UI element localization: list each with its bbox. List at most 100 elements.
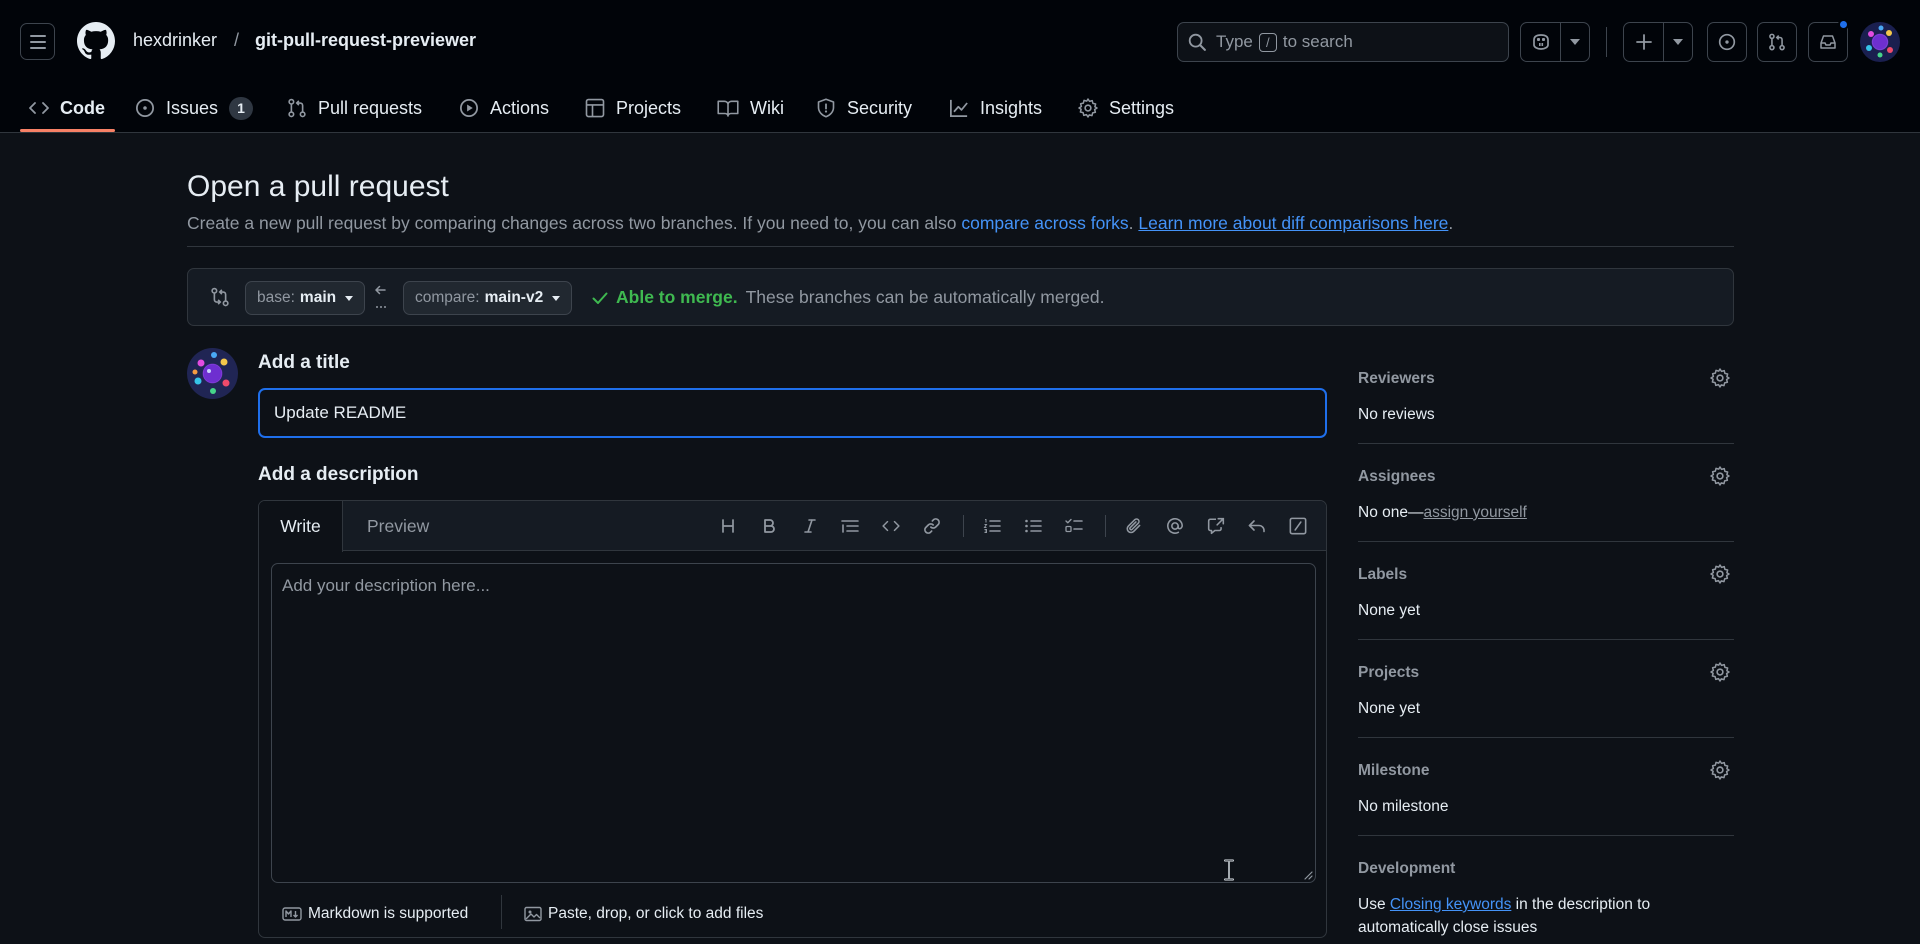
create-new-button[interactable] [1624, 23, 1663, 61]
sidebar-projects: Projects None yet [1358, 662, 1734, 738]
slash-command-icon [1289, 517, 1307, 535]
italic-icon [804, 519, 816, 533]
footer-separator [501, 895, 502, 929]
git-compare-icon [211, 287, 229, 307]
preview-tab[interactable]: Preview [367, 516, 429, 537]
compare-across-forks-link[interactable]: compare across forks [961, 213, 1128, 233]
learn-more-diff-link[interactable]: Learn more about diff comparisons here [1138, 213, 1448, 233]
search-placeholder-prefix: Type [1216, 32, 1253, 51]
gear-icon[interactable] [1710, 368, 1730, 388]
unordered-list-icon [1025, 519, 1042, 533]
user-avatar-menu[interactable] [1860, 22, 1900, 62]
slash-commands-button[interactable] [1287, 515, 1309, 537]
markdown-note: Markdown is supported [308, 905, 469, 922]
tab-projects[interactable]: Projects [585, 90, 681, 126]
github-logo-icon[interactable] [77, 22, 115, 60]
base-branch-selector[interactable]: base: main [245, 281, 366, 315]
reviewers-label: Reviewers [1358, 370, 1435, 387]
development-value: Use Closing keywords in the description … [1358, 893, 1678, 939]
description-field-label: Add a description [258, 464, 419, 485]
attach-file-button[interactable] [1123, 515, 1145, 537]
search-icon [1188, 33, 1206, 51]
tab-settings[interactable]: Settings [1078, 90, 1174, 126]
copilot-button[interactable] [1521, 23, 1560, 61]
repo-nav: Code Issues 1 Pull requests Actions Proj… [0, 84, 1920, 133]
base-branch-prefix: base: [257, 289, 295, 306]
ordered-list-button[interactable] [981, 515, 1003, 537]
attach-files-area[interactable]: Paste, drop, or click to add files [524, 905, 763, 923]
paperclip-icon [1126, 518, 1141, 534]
task-list-icon [1065, 518, 1083, 533]
global-nav-menu-button[interactable] [20, 23, 55, 60]
description-textarea[interactable]: Add your description here... [271, 563, 1316, 883]
italic-button[interactable] [799, 515, 821, 537]
check-icon [592, 292, 608, 304]
pr-title-input[interactable] [258, 388, 1327, 438]
header-top-bar: hexdrinker / git-pull-request-previewer … [0, 0, 1920, 84]
resize-handle-icon[interactable] [1303, 870, 1313, 880]
reviewers-value: No reviews [1358, 406, 1435, 423]
tab-projects-label: Projects [616, 97, 682, 118]
repo-name-link[interactable]: git-pull-request-previewer [255, 30, 476, 51]
global-header: hexdrinker / git-pull-request-previewer … [0, 0, 1920, 133]
ordered-list-icon [983, 519, 1001, 533]
compare-branch-prefix: compare: [415, 289, 480, 306]
your-pull-requests-button[interactable] [1757, 22, 1797, 62]
saved-replies-button[interactable] [1246, 515, 1268, 537]
assignees-none-text: No one— [1358, 504, 1424, 521]
assign-yourself-link[interactable]: assign yourself [1423, 504, 1526, 521]
subtitle-text: Create a new pull request by comparing c… [187, 213, 957, 233]
tab-security[interactable]: Security [816, 90, 912, 126]
tab-wiki[interactable]: Wiki [717, 90, 784, 126]
mention-button[interactable] [1164, 515, 1186, 537]
closing-keywords-link[interactable]: Closing keywords [1390, 896, 1511, 913]
milestone-label: Milestone [1358, 762, 1430, 779]
git-pull-request-icon [1769, 33, 1785, 51]
unordered-list-button[interactable] [1022, 515, 1044, 537]
base-branch-name: main [299, 289, 337, 306]
gear-icon[interactable] [1710, 564, 1730, 584]
tab-code[interactable]: Code [29, 90, 105, 126]
sidebar-labels: Labels None yet [1358, 564, 1734, 640]
your-issues-button[interactable] [1707, 22, 1747, 62]
bold-icon [764, 519, 775, 533]
inbox-icon [1820, 35, 1836, 49]
compare-branch-selector[interactable]: compare: main-v2 [403, 281, 573, 315]
issue-opened-icon [136, 99, 154, 117]
tab-actions[interactable]: Actions [459, 90, 549, 126]
mention-icon [1167, 517, 1183, 534]
avatar-image [192, 352, 230, 394]
create-new-dropdown[interactable] [1663, 23, 1692, 61]
plus-icon [1635, 34, 1652, 50]
copilot-dropdown-button[interactable] [1560, 23, 1589, 61]
avatar-image [1866, 25, 1893, 58]
bold-button[interactable] [758, 515, 780, 537]
tab-pull-requests[interactable]: Pull requests [287, 90, 422, 126]
write-tab[interactable]: Write [259, 501, 343, 552]
gear-icon[interactable] [1710, 662, 1730, 682]
gear-icon[interactable] [1710, 466, 1730, 486]
reference-button[interactable] [1205, 515, 1227, 537]
link-button[interactable] [921, 515, 943, 537]
play-icon [460, 99, 478, 117]
task-list-button[interactable] [1063, 515, 1085, 537]
tab-issues[interactable]: Issues 1 [135, 90, 254, 126]
repo-owner-link[interactable]: hexdrinker [133, 30, 217, 51]
quote-button[interactable] [839, 515, 861, 537]
tab-pull-requests-label: Pull requests [318, 97, 423, 118]
page-subtitle: Create a new pull request by comparing c… [187, 213, 1453, 234]
tab-security-label: Security [847, 97, 913, 118]
development-pre-text: Use [1358, 896, 1386, 913]
gear-icon[interactable] [1710, 760, 1730, 780]
sidebar-assignees: Assignees No one—assign yourself [1358, 466, 1734, 542]
heading-button[interactable] [717, 515, 739, 537]
global-search-input[interactable]: Type / to search [1177, 22, 1509, 62]
tab-insights-label: Insights [980, 97, 1043, 118]
code-button[interactable] [880, 515, 902, 537]
tab-insights[interactable]: Insights [949, 90, 1042, 126]
editor-header: Write Preview [259, 501, 1326, 552]
code-icon [29, 102, 49, 114]
development-label: Development [1358, 860, 1456, 877]
markdown-supported-link[interactable]: Markdown is supported [282, 905, 468, 923]
compare-branch-name: main-v2 [484, 289, 544, 306]
